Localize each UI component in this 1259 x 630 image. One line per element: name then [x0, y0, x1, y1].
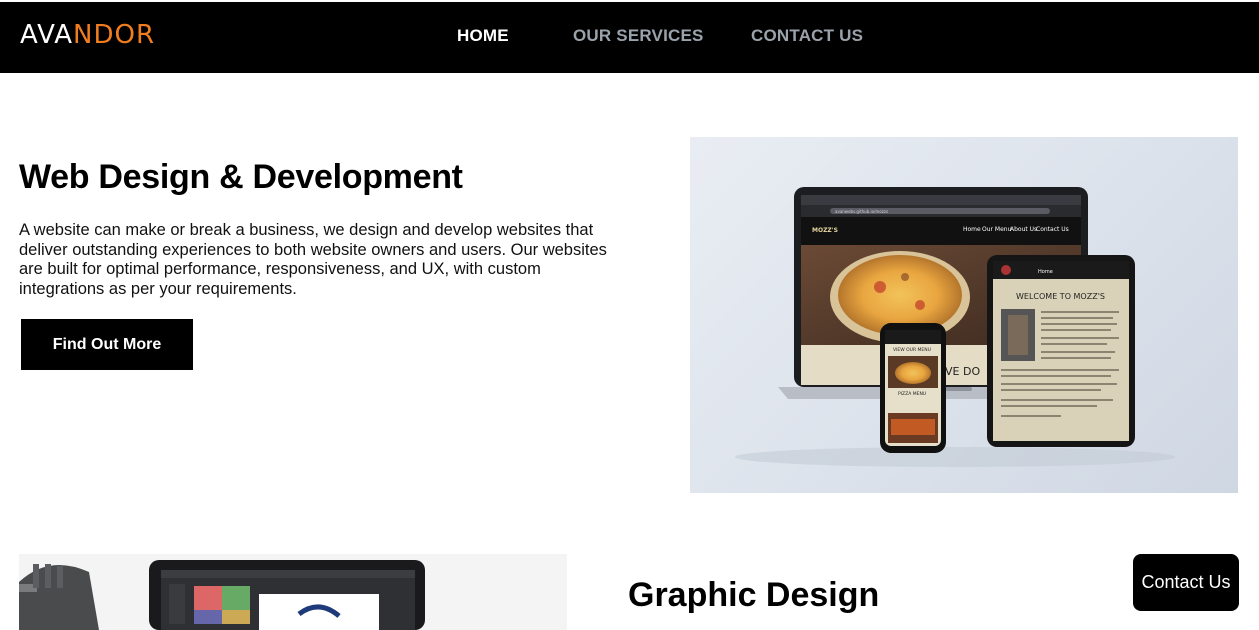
tablet-heading: WELCOME TO MOZZ'S: [1016, 292, 1105, 301]
find-out-more-button[interactable]: Find Out More: [21, 319, 193, 370]
phone-label: PIZZA MENU: [898, 391, 926, 397]
nav-our-services[interactable]: OUR SERVICES: [573, 26, 704, 46]
graphic-design-image: [19, 554, 567, 630]
devices-mockup-image: avanwebs.github.io/mozzs MOZZ'S Home Our…: [690, 137, 1238, 493]
laptop-site-logo: MOZZ'S: [812, 227, 838, 234]
floating-contact-button[interactable]: Contact Us: [1133, 554, 1239, 611]
site-logo[interactable]: AVANDOR: [20, 20, 155, 50]
laptop-nav-home: Home: [963, 226, 981, 233]
laptop-nav-menu: Our Menu: [982, 226, 1012, 233]
web-design-title: Web Design & Development: [19, 158, 463, 196]
laptop-section-text: VE DO: [945, 365, 980, 378]
nav-home[interactable]: HOME: [457, 26, 509, 46]
site-header: AVANDOR HOME OUR SERVICES CONTACT US: [0, 2, 1259, 73]
laptop-nav-contact: Contact Us: [1036, 226, 1069, 233]
laptop-nav-about: About Us: [1010, 226, 1037, 233]
nav-contact-us[interactable]: CONTACT US: [751, 26, 863, 46]
phone-heading: VIEW OUR MENU: [893, 347, 931, 353]
tablet-nav-home: Home: [1038, 269, 1053, 275]
browser-url-text: avanwebs.github.io/mozzs: [835, 209, 888, 214]
graphic-design-title: Graphic Design: [628, 576, 880, 614]
web-design-description: A website can make or break a business, …: [19, 221, 607, 298]
